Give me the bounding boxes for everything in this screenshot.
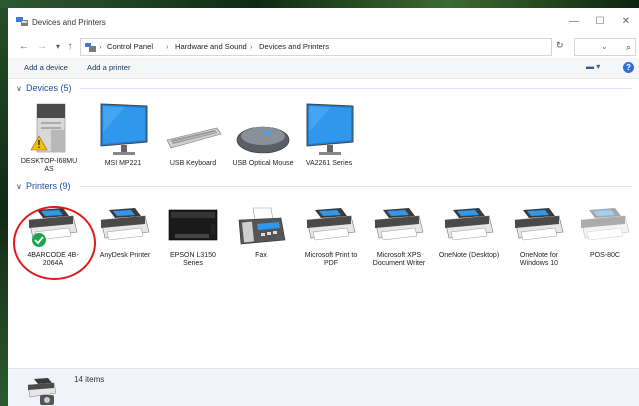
printer-icon: [374, 208, 424, 241]
printer-icon: [444, 208, 494, 241]
printer-item-onenote-for-windows-10[interactable]: OneNote for Windows 10: [508, 206, 570, 268]
selection-highlight-circle: [13, 206, 96, 280]
navigation-bar: ← → ▾ ↑ › Control Panel › Hardware and S…: [8, 36, 639, 58]
printer-label: Fax: [255, 252, 267, 259]
monitor-icon: [306, 103, 354, 155]
mouse-icon: [236, 126, 290, 154]
device-item-va2261-series[interactable]: VA2261 Series: [298, 102, 360, 168]
fax-icon: [238, 207, 286, 245]
printer-label: OneNote (Desktop): [438, 252, 500, 259]
device-label: DESKTOP-I68MU AS: [20, 158, 78, 173]
device-label: MSI MP221: [104, 160, 142, 167]
breadcrumb-hardware-and-sound[interactable]: Hardware and Sound: [175, 42, 247, 51]
status-bar: 14 items: [8, 368, 639, 406]
monitor-icon: [100, 103, 148, 155]
device-label: USB Keyboard: [169, 160, 217, 167]
device-item-msi-mp221[interactable]: MSI MP221: [92, 102, 154, 168]
printer-icon: [306, 208, 356, 241]
minimize-button[interactable]: —: [564, 15, 584, 29]
printers-group-header[interactable]: Printers (9): [26, 181, 71, 191]
printers-collapse-chevron-icon[interactable]: ∨: [16, 182, 22, 191]
command-bar: Add a device Add a printer ▬ ▾ ?: [8, 58, 639, 79]
item-count-text: 14 items: [74, 375, 105, 384]
refresh-icon[interactable]: ↻: [556, 40, 564, 51]
recent-locations-chevron-icon[interactable]: ▾: [52, 40, 64, 54]
breadcrumb-separator: ›: [250, 42, 253, 51]
forward-arrow-icon[interactable]: →: [36, 40, 48, 54]
printer-item-epson-l3150[interactable]: EPSON L3150 Series: [162, 206, 224, 268]
devices-group-divider: [80, 88, 632, 89]
address-bar[interactable]: › Control Panel › Hardware and Sound › D…: [80, 38, 608, 56]
printer-label: EPSON L3150 Series: [170, 252, 216, 267]
inkjet-printer-icon: [168, 209, 218, 241]
printer-icon: [580, 208, 630, 241]
change-view-button[interactable]: ▬ ▾: [586, 62, 600, 71]
printer-item-pos-80c[interactable]: POS-80C: [574, 206, 636, 260]
device-label: USB Optical Mouse: [232, 160, 294, 167]
add-device-button[interactable]: Add a device: [24, 63, 68, 72]
control-panel-icon: [85, 43, 96, 52]
breadcrumb-control-panel[interactable]: Control Panel: [107, 42, 153, 51]
printer-item-anydesk[interactable]: AnyDesk Printer: [94, 206, 156, 260]
printer-icon: [100, 208, 150, 241]
search-input[interactable]: ⌕: [574, 38, 636, 56]
breadcrumb-devices-and-printers[interactable]: Devices and Printers: [259, 42, 329, 51]
device-label: VA2261 Series: [305, 160, 353, 167]
maximize-button[interactable]: ☐: [590, 15, 610, 29]
printer-label: POS-80C: [590, 252, 620, 259]
printer-item-onenote-desktop[interactable]: OneNote (Desktop): [438, 206, 500, 260]
desktop-background-left: [0, 8, 8, 406]
title-bar: Devices and Printers — ☐ ✕: [8, 8, 639, 34]
printer-icon: [514, 208, 564, 241]
devices-printers-app-icon: [16, 17, 28, 26]
breadcrumb-separator: ›: [166, 42, 169, 51]
devices-and-printers-status-icon: [27, 378, 57, 405]
search-icon: ⌕: [625, 42, 631, 52]
device-item-usb-optical-mouse[interactable]: USB Optical Mouse: [232, 102, 294, 168]
printer-label: Microsoft XPS Document Writer: [372, 252, 426, 267]
computer-tower-icon: [30, 103, 66, 153]
add-printer-button[interactable]: Add a printer: [87, 63, 130, 72]
up-arrow-icon[interactable]: ↑: [64, 40, 76, 54]
devices-collapse-chevron-icon[interactable]: ∨: [16, 84, 22, 93]
device-item-usb-keyboard[interactable]: USB Keyboard: [162, 102, 224, 168]
printer-item-microsoft-print-to-pdf[interactable]: Microsoft Print to PDF: [300, 206, 362, 268]
printer-item-microsoft-xps-document-writer[interactable]: Microsoft XPS Document Writer: [368, 206, 430, 268]
printers-group-divider: [80, 186, 632, 187]
printer-label: Microsoft Print to PDF: [304, 252, 358, 267]
printer-label: AnyDesk Printer: [99, 252, 151, 259]
breadcrumb-separator: ›: [99, 42, 102, 51]
device-item-computer[interactable]: DESKTOP-I68MU AS: [18, 100, 80, 174]
printer-item-fax[interactable]: Fax: [230, 206, 292, 260]
desktop-background-top: [0, 0, 639, 8]
window-title: Devices and Printers: [32, 18, 106, 27]
keyboard-icon: [166, 127, 222, 149]
back-arrow-icon[interactable]: ←: [18, 40, 30, 54]
close-button[interactable]: ✕: [616, 15, 636, 29]
help-icon[interactable]: ?: [623, 62, 634, 73]
printer-label: OneNote for Windows 10: [519, 252, 559, 267]
devices-and-printers-window: Devices and Printers — ☐ ✕ ← → ▾ ↑ › Con…: [8, 8, 639, 406]
devices-group-header[interactable]: Devices (5): [26, 83, 72, 93]
